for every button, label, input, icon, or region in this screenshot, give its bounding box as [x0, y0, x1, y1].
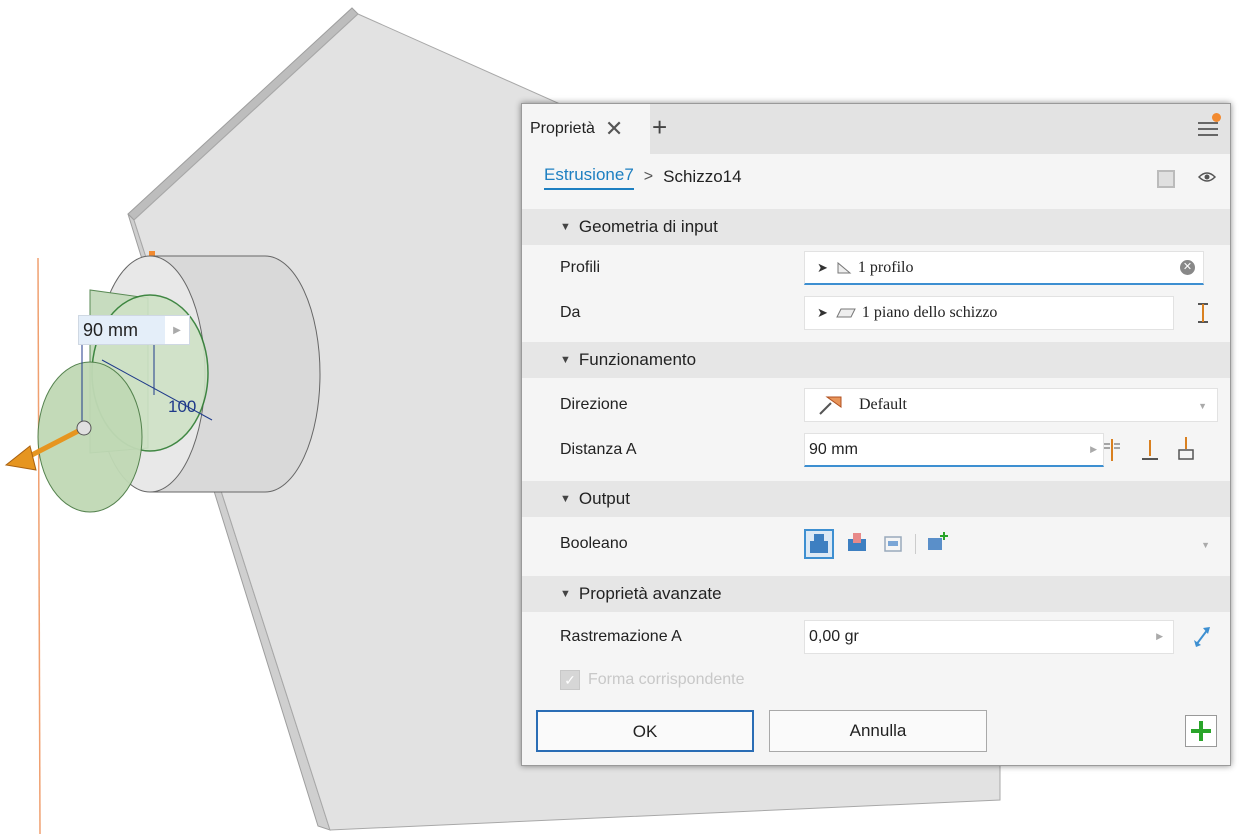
new-solid-button[interactable] [924, 529, 954, 559]
distance-input[interactable]: 90 mm ▶ [804, 433, 1104, 467]
profiles-label: Profili [560, 259, 601, 276]
flip-taper-icon[interactable] [1192, 625, 1212, 649]
cancel-button[interactable]: Annulla [769, 710, 987, 752]
clear-icon[interactable]: ✕ [1180, 260, 1195, 275]
taper-input[interactable]: 0,00 gr ▶ [804, 620, 1174, 654]
new-solid-icon [928, 532, 948, 550]
eye-icon[interactable] [1198, 171, 1216, 183]
direction-dropdown[interactable]: Default ▼ [804, 388, 1218, 422]
breadcrumb-item-estrusione[interactable]: Estrusione7 [544, 165, 634, 190]
collapse-triangle-icon[interactable]: ▼ [560, 221, 571, 233]
dimension-input-box[interactable]: 90 mm ▶ [78, 315, 190, 345]
cube-icon[interactable] [1157, 170, 1175, 188]
from-label: Da [560, 304, 581, 321]
boolean-label: Booleano [560, 535, 628, 552]
distance-label: Distanza A [560, 441, 637, 458]
taper-value[interactable]: 0,00 gr [809, 628, 859, 646]
chevron-down-icon[interactable]: ▼ [1201, 540, 1210, 550]
ok-button[interactable]: OK [536, 710, 754, 752]
direction-value: Default [859, 396, 907, 413]
intersect-button[interactable] [880, 529, 910, 559]
chevron-right-icon[interactable]: ▶ [1090, 444, 1097, 455]
collapse-triangle-icon[interactable]: ▼ [560, 588, 571, 600]
row-distance: Distanza A 90 mm ▶ [522, 430, 1230, 470]
tab-properties[interactable]: Proprietà ✕ [522, 104, 650, 154]
extrusion-preview [37, 361, 143, 513]
cut-icon [848, 533, 866, 551]
section-input-geometry[interactable]: ▼ Geometria di input [522, 209, 1230, 245]
chevron-down-icon[interactable]: ▼ [1198, 401, 1207, 411]
close-icon[interactable]: ✕ [605, 118, 623, 140]
cursor-icon: ➤ [817, 259, 828, 275]
add-tab-icon[interactable]: + [652, 112, 667, 143]
axis-line [37, 257, 41, 835]
cursor-icon: ➤ [817, 305, 828, 320]
from-selector[interactable]: ➤ 1 piano dello schizzo [804, 296, 1174, 330]
section-title: Geometria di input [578, 217, 718, 236]
row-profiles: Profili ➤ 1 profilo ✕ [522, 248, 1230, 288]
row-taper: Rastremazione A 0,00 gr ▶ [522, 617, 1230, 657]
join-icon [810, 534, 828, 553]
asymmetric-icon[interactable] [1176, 436, 1196, 462]
divider [915, 534, 916, 554]
profiles-value: 1 profilo [857, 258, 914, 276]
match-shape-label: Forma corrispondente [588, 671, 745, 688]
dimension-label: 100 [168, 397, 197, 416]
breadcrumb-item-schizzo[interactable]: Schizzo14 [663, 167, 741, 187]
section-title: Funzionamento [578, 350, 697, 369]
from-value: 1 piano dello schizzo [861, 304, 998, 321]
tab-label: Proprietà [530, 120, 595, 137]
notification-dot [1212, 113, 1221, 122]
arrow-handle[interactable] [76, 420, 92, 436]
match-shape-checkbox[interactable]: ✓ [560, 670, 580, 690]
properties-panel: Proprietà ✕ + Estrusione7 > Schizzo14 ▼ … [521, 103, 1231, 766]
direction-icon [819, 396, 842, 415]
section-output[interactable]: ▼ Output [522, 481, 1230, 517]
dimension-value[interactable]: 90 mm [79, 316, 165, 344]
breadcrumb: Estrusione7 > Schizzo14 [544, 162, 742, 192]
add-button[interactable] [1185, 715, 1217, 747]
direction-label: Direzione [560, 396, 628, 413]
plus-icon [1191, 721, 1211, 741]
cut-button[interactable] [844, 529, 874, 559]
join-button[interactable] [804, 529, 834, 559]
profiles-selector[interactable]: ➤ 1 profilo ✕ [804, 251, 1204, 285]
symmetric-icon[interactable] [1102, 438, 1122, 462]
section-title: Output [578, 489, 630, 508]
profile-icon [837, 261, 852, 273]
plane-icon [836, 308, 856, 318]
extents-icon[interactable] [1195, 302, 1211, 324]
row-from: Da ➤ 1 piano dello schizzo [522, 293, 1230, 333]
distance-value[interactable]: 90 mm [809, 441, 858, 459]
section-advanced[interactable]: ▼ Proprietà avanzate [522, 576, 1230, 612]
chevron-right-icon[interactable]: ▶ [1156, 631, 1163, 642]
taper-label: Rastremazione A [560, 628, 682, 645]
one-direction-icon[interactable] [1140, 438, 1160, 462]
chevron-right-icon[interactable]: ▶ [165, 325, 189, 336]
chevron-right-icon: > [643, 168, 654, 185]
row-boolean: Booleano ▼ [522, 524, 1230, 564]
section-behavior[interactable]: ▼ Funzionamento [522, 342, 1230, 378]
section-title: Proprietà avanzate [578, 584, 722, 603]
panel-tabbar: Proprietà ✕ + [522, 104, 1230, 154]
row-direction: Direzione Default ▼ [522, 385, 1230, 425]
intersect-icon [884, 536, 902, 552]
collapse-triangle-icon[interactable]: ▼ [560, 354, 571, 366]
collapse-triangle-icon[interactable]: ▼ [560, 493, 571, 505]
row-match-shape: ✓ Forma corrispondente [522, 660, 1230, 700]
